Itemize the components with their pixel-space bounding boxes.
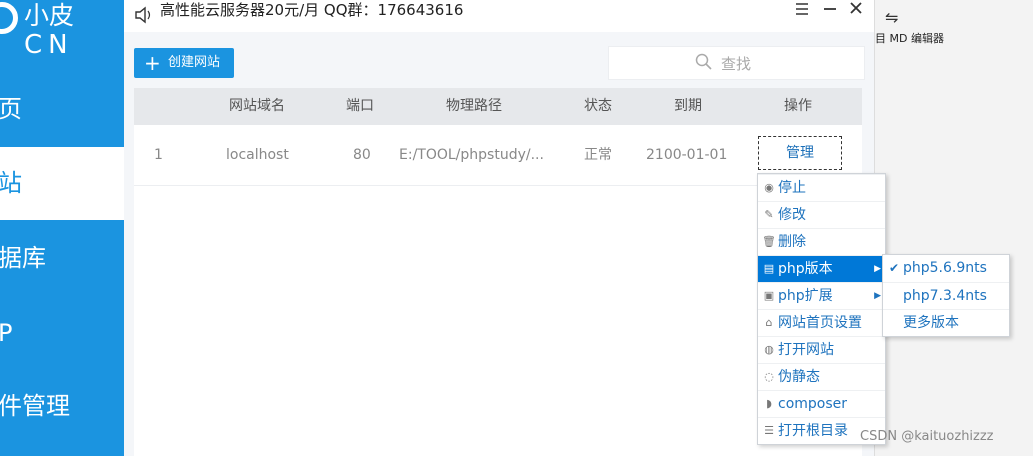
cell-domain: localhost — [226, 147, 289, 163]
column-header: 网站域名 — [229, 98, 285, 114]
menu-item-label: php版本 — [778, 261, 833, 277]
md-editor-label[interactable]: 目 MD 编辑器 — [875, 30, 944, 46]
menu-item-delete[interactable]: 🗑 删除 — [758, 228, 885, 255]
close-icon[interactable] — [844, 0, 868, 20]
column-header: 端口 — [346, 98, 374, 114]
stop-icon: ◉ — [764, 181, 774, 194]
rewrite-icon: ◌ — [764, 370, 774, 383]
extension-icon: ▣ — [763, 289, 775, 302]
trash-icon: 🗑 — [762, 235, 776, 248]
php-version-label: 更多版本 — [903, 315, 959, 331]
menu-item-label: php扩展 — [778, 288, 833, 304]
column-header: 到期 — [674, 98, 702, 114]
site-context-menu: ◉ 停止 ✎ 修改 🗑 删除 ▤ php版本 ▶ ▣ php扩展 ▶ ⌂ 网站首… — [757, 173, 886, 445]
menu-item-open-site[interactable]: ◍ 打开网站 — [758, 336, 885, 363]
manage-button[interactable]: 管理 — [758, 136, 842, 170]
menu-item-label: 修改 — [778, 207, 806, 223]
php-version-option[interactable]: ✔ php5.6.9nts — [883, 255, 1009, 281]
composer-icon: ◗ — [766, 397, 772, 410]
list-icon: ☰ — [764, 424, 774, 437]
cell-expiry: 2100-01-01 — [646, 147, 728, 163]
sites-table: 网站域名 端口 物理路径 状态 到期 操作 1 localhost 80 E:/… — [134, 88, 862, 456]
create-site-button[interactable]: + 创建网站 — [134, 48, 234, 78]
menu-item-php-version[interactable]: ▤ php版本 ▶ — [758, 255, 885, 282]
php-version-label: php7.3.4nts — [903, 288, 987, 304]
menu-item-label: 网站首页设置 — [778, 315, 862, 331]
logo-name: 小皮 — [24, 1, 75, 30]
php-version-submenu: ✔ php5.6.9nts php7.3.4nts 更多版本 — [882, 254, 1010, 337]
editor-side-pane: ⇋ 目 MD 编辑器 — [874, 0, 1033, 456]
title-bar: 高性能云服务器20元/月 QQ群：176643616 — [124, 0, 874, 32]
cell-path: E:/TOOL/phpstudy/... — [399, 147, 544, 163]
submenu-arrow-icon: ▶ — [874, 264, 881, 274]
menu-item-label: composer — [778, 396, 848, 412]
php-version-label: php5.6.9nts — [903, 260, 987, 276]
sidebar-item-label: P — [0, 319, 13, 347]
sidebar-item-label: 件管理 — [0, 392, 70, 420]
hamburger-icon[interactable] — [790, 0, 814, 20]
create-site-label: 创建网站 — [168, 55, 221, 70]
table-row[interactable]: 1 localhost 80 E:/TOOL/phpstudy/... 正常 2… — [134, 125, 862, 186]
cell-port: 80 — [353, 147, 371, 163]
menu-item-label: 打开根目录 — [778, 423, 848, 439]
check-icon: ✔ — [889, 261, 900, 275]
speaker-icon — [135, 6, 152, 24]
menu-item-composer[interactable]: ◗ composer — [758, 390, 885, 417]
sidebar-item-label: 站 — [0, 169, 22, 197]
search-icon — [695, 53, 712, 70]
menu-item-label: 打开网站 — [778, 342, 834, 358]
column-header: 状态 — [584, 98, 612, 114]
logo-sub: CN — [24, 30, 74, 60]
sidebar-item-label: 页 — [0, 95, 22, 123]
menu-item-label: 停止 — [778, 180, 806, 196]
logo-icon — [0, 2, 18, 34]
cell-index: 1 — [154, 147, 163, 163]
sidebar-item-ftp[interactable]: P — [0, 297, 124, 370]
sidebar-item-label: 据库 — [0, 244, 46, 272]
menu-item-label: 删除 — [778, 234, 806, 250]
column-header: 物理路径 — [446, 98, 502, 114]
minimize-icon[interactable] — [818, 0, 842, 20]
search-placeholder: 查找 — [721, 55, 752, 73]
sidebar-item-websites[interactable]: 站 — [0, 147, 124, 220]
swap-icon[interactable]: ⇋ — [885, 8, 898, 27]
menu-item-edit[interactable]: ✎ 修改 — [758, 201, 885, 228]
search-input[interactable]: 查找 — [608, 46, 865, 80]
column-header: 操作 — [784, 98, 812, 114]
menu-item-stop[interactable]: ◉ 停止 — [758, 174, 885, 201]
plus-icon: + — [144, 51, 161, 75]
submenu-arrow-icon: ▶ — [874, 291, 881, 301]
menu-item-php-extensions[interactable]: ▣ php扩展 ▶ — [758, 282, 885, 309]
sidebar: 小皮 CN 页 站 据库 P 件管理 — [0, 0, 124, 456]
edit-icon: ✎ — [764, 208, 774, 221]
globe-icon: ◍ — [764, 343, 774, 356]
ad-banner-text[interactable]: 高性能云服务器20元/月 QQ群：176643616 — [160, 0, 463, 20]
php-icon: ▤ — [763, 262, 775, 275]
php-version-option[interactable]: php7.3.4nts — [883, 282, 1009, 309]
home-icon: ⌂ — [765, 316, 773, 329]
watermark: CSDN @kaituozhizzz — [860, 429, 994, 444]
menu-item-homepage-settings[interactable]: ⌂ 网站首页设置 — [758, 309, 885, 336]
menu-item-label: 伪静态 — [778, 369, 820, 385]
sidebar-item-database[interactable]: 据库 — [0, 222, 124, 295]
table-header: 网站域名 端口 物理路径 状态 到期 操作 — [134, 88, 862, 125]
more-versions-option[interactable]: 更多版本 — [883, 309, 1009, 336]
cell-status: 正常 — [584, 147, 612, 163]
sidebar-item-home[interactable]: 页 — [0, 73, 124, 146]
menu-item-rewrite[interactable]: ◌ 伪静态 — [758, 363, 885, 390]
sidebar-item-files[interactable]: 件管理 — [0, 370, 124, 443]
